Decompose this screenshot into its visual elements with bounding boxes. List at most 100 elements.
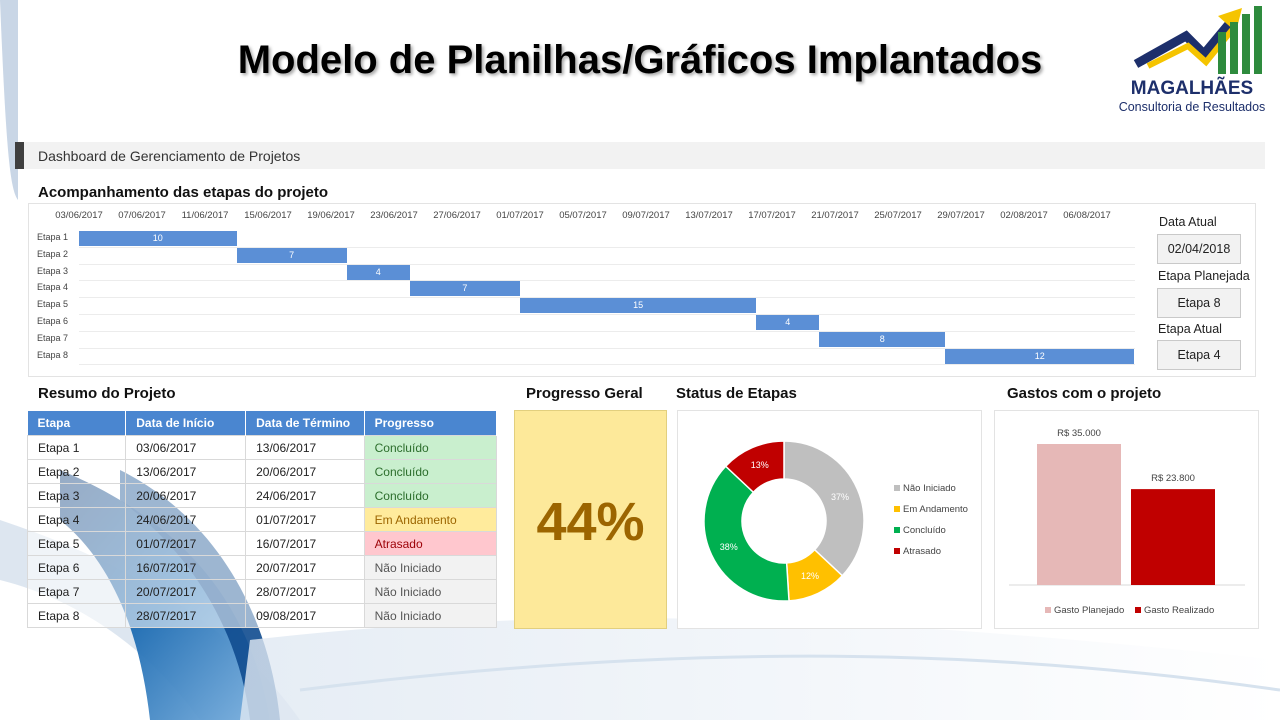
legend-label: Concluído (903, 525, 946, 536)
table-cell: 20/06/2017 (125, 483, 247, 508)
gantt-etapa-label: Etapa 4 (37, 282, 69, 293)
table-row: Etapa 5 01/07/2017 16/07/2017 Atrasado (26, 531, 498, 556)
legend-label: Não Iniciado (903, 483, 956, 494)
gantt-bar: 15 (520, 298, 757, 314)
table-cell: 28/07/2017 (245, 579, 365, 604)
table-row: Etapa 7 20/07/2017 28/07/2017 Não Iniciado (26, 579, 498, 604)
table-row: Etapa 2 13/06/2017 20/06/2017 Concluído (26, 459, 498, 484)
donut-data-label: 12% (801, 571, 819, 581)
dashboard-header: Dashboard de Gerenciamento de Projetos (15, 142, 1265, 169)
table-cell: Em Andamento (363, 507, 498, 532)
gastos-bar (1037, 444, 1121, 585)
gantt-etapa-label: Etapa 1 (37, 232, 69, 242)
table-row: Etapa 8 28/07/2017 09/08/2017 Não Iniciado (26, 603, 498, 628)
gantt-date-label: 15/06/2017 (244, 210, 292, 221)
header-accent-bar (15, 142, 24, 169)
logo-name: MAGALHÃES (1130, 78, 1254, 99)
gantt-date-label: 06/08/2017 (1063, 210, 1111, 221)
gantt-date-label: 21/07/2017 (811, 210, 859, 221)
gantt-date-label: 03/06/2017 (55, 210, 103, 221)
legend-swatch (894, 506, 900, 512)
gastos-bar-chart: R$ 35.000 R$ 23.800 Gasto Planejado Gasto R… (994, 410, 1259, 629)
gantt-date-label: 19/06/2017 (307, 210, 355, 221)
status-donut-chart: 37% 12% 38% 13% Não Iniciado Em Andamento Conc… (677, 410, 982, 629)
gantt-plot: 03/06/2017 07/06/2017 11/06/2017 15/06/2017… (29, 204, 1139, 376)
etapa-planejada-field[interactable]: Etapa 8 (1157, 288, 1241, 318)
gantt-gridline (79, 263, 1135, 265)
table-header-row: Etapa Data de Início Data de Término Progre… (27, 411, 498, 436)
etapa-planejada-label: Etapa Planejada (1158, 269, 1250, 283)
legend-swatch (894, 485, 900, 491)
donut-svg: 37% 12% 38% 13% Não Iniciado Em Andamento Conc… (703, 440, 968, 602)
table-header-cell[interactable]: Data de Início (125, 411, 247, 436)
table-cell: 24/06/2017 (125, 507, 247, 532)
table-cell: 20/07/2017 (125, 579, 247, 604)
legend-swatch (1135, 607, 1141, 613)
slide-title: Modelo de Planilhas/Gráficos Implantados (237, 38, 1043, 82)
gantt-date-label: 17/07/2017 (748, 210, 796, 221)
legend-label: Gasto Planejado (1054, 605, 1124, 616)
etapa-atual-label: Etapa Atual (1158, 322, 1222, 336)
gantt-date-label: 05/07/2017 (559, 210, 607, 221)
table-header-cell[interactable]: Data de Término (245, 411, 365, 436)
gantt-date-label: 25/07/2017 (874, 210, 922, 221)
table-cell: Etapa 2 (26, 459, 127, 484)
legend-label: Atrasado (903, 546, 941, 557)
gastos-svg: R$ 35.000 R$ 23.800 Gasto Planejado Gasto R… (1009, 428, 1245, 616)
gantt-bar: 7 (236, 247, 347, 263)
gastos-value-label: R$ 35.000 (1057, 428, 1101, 439)
progress-section-title: Progresso Geral (526, 385, 643, 402)
gantt-date-label: 13/07/2017 (685, 210, 733, 221)
table-cell: 01/07/2017 (245, 507, 365, 532)
table-cell: 16/07/2017 (125, 555, 247, 580)
gantt-date-label: 23/06/2017 (370, 210, 418, 221)
logo-subtitle: Consultoria de Resultados (1118, 100, 1266, 114)
table-cell: Etapa 6 (26, 555, 127, 580)
table-cell: 01/07/2017 (125, 531, 247, 556)
table-cell: Etapa 1 (26, 435, 127, 460)
progress-card: 44% (514, 410, 667, 629)
table-cell: Etapa 5 (26, 531, 127, 556)
table-cell: Etapa 3 (26, 483, 127, 508)
table-cell: Concluído (363, 483, 498, 508)
gantt-date-label: 29/07/2017 (937, 210, 985, 221)
data-atual-field[interactable]: 02/04/2018 (1157, 234, 1241, 264)
status-section-title: Status de Etapas (676, 385, 797, 402)
etapa-atual-field[interactable]: Etapa 4 (1157, 340, 1241, 370)
gantt-section-title: Acompanhamento das etapas do projeto (38, 184, 329, 201)
table-cell: 20/07/2017 (245, 555, 365, 580)
gantt-date-label: 09/07/2017 (622, 210, 670, 221)
table-cell: Concluído (363, 435, 498, 460)
table-cell: Não Iniciado (363, 555, 498, 580)
gantt-bar: 12 (945, 348, 1135, 364)
gantt-gridline (79, 330, 1135, 332)
table-cell: 13/06/2017 (125, 459, 247, 484)
legend-label: Em Andamento (903, 504, 968, 515)
gantt-date-label: 02/08/2017 (1000, 210, 1048, 221)
table-header-cell[interactable]: Etapa (27, 411, 127, 436)
table-cell: Etapa 7 (26, 579, 127, 604)
table-cell: Etapa 8 (26, 603, 127, 628)
gantt-etapa-label: Etapa 2 (37, 248, 69, 259)
table-cell: Não Iniciado (363, 579, 498, 604)
table-header-cell[interactable]: Progresso (364, 411, 498, 436)
gantt-bar: 10 (79, 231, 237, 246)
gantt-chart: 03/06/2017 07/06/2017 11/06/2017 15/06/2017… (28, 203, 1256, 377)
table-cell: 28/07/2017 (125, 603, 247, 628)
gantt-gridline (79, 280, 1135, 282)
legend-swatch (894, 548, 900, 554)
gantt-gridline (79, 364, 1135, 366)
gantt-gridline (79, 314, 1135, 315)
gantt-date-label: 11/06/2017 (181, 210, 229, 221)
table-cell: 09/08/2017 (245, 603, 365, 628)
gantt-date-label: 27/06/2017 (433, 210, 481, 221)
gantt-etapa-label: Etapa 3 (37, 265, 69, 276)
legend-label: Gasto Realizado (1144, 605, 1214, 616)
legend-swatch (894, 527, 900, 533)
legend-swatch (1045, 607, 1051, 613)
progress-value: 44% (536, 492, 645, 552)
table-row: Etapa 1 03/06/2017 13/06/2017 Concluído (26, 435, 498, 460)
gantt-bar: 8 (819, 331, 946, 347)
gantt-etapa-label: Etapa 6 (37, 316, 69, 326)
summary-section-title: Resumo do Projeto (38, 385, 176, 402)
